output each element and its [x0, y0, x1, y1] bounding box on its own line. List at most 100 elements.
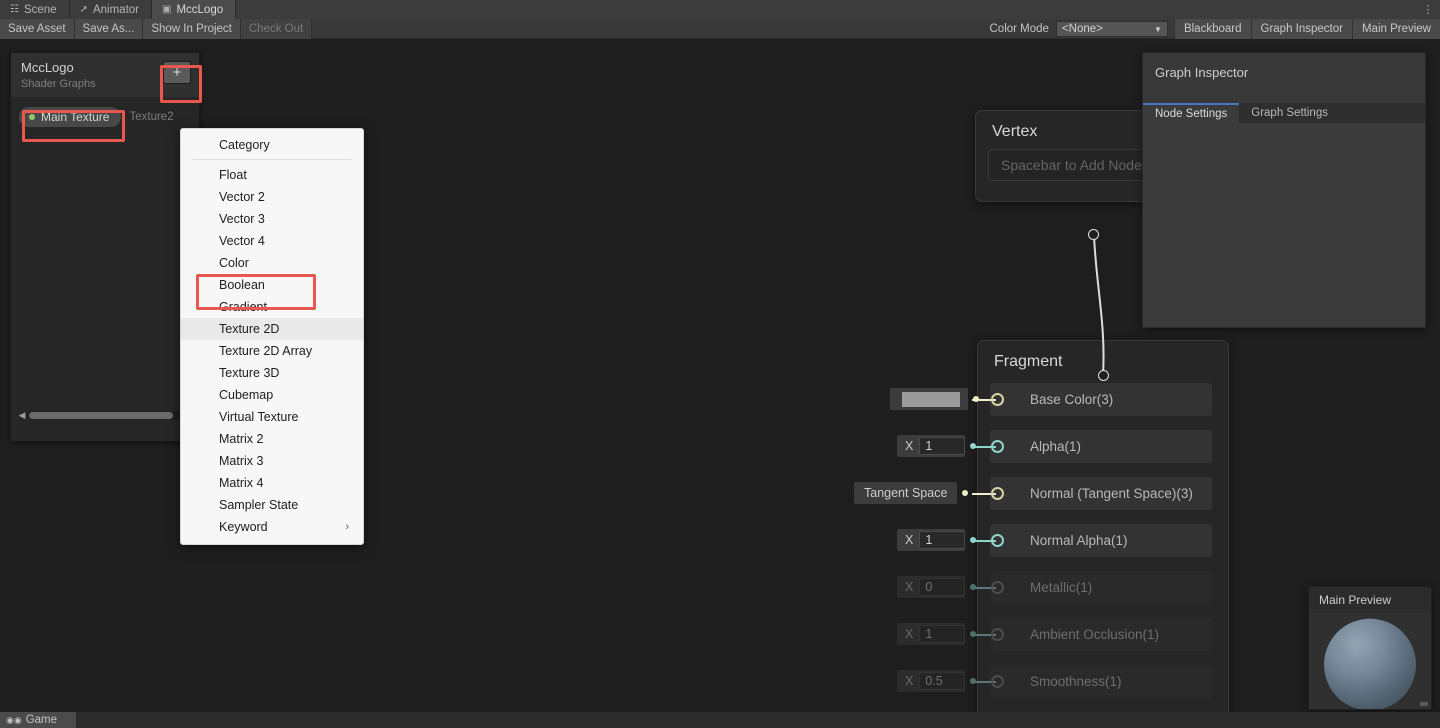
fragment-block-alpha[interactable]: Alpha(1) X 1 — [978, 426, 1228, 473]
scroll-left-arrow-icon[interactable]: ◀ — [17, 410, 27, 421]
menu-item-matrix-4[interactable]: Matrix 4 — [181, 472, 363, 494]
menu-item-keyword-label: Keyword — [219, 520, 268, 534]
block-port-alpha[interactable] — [991, 440, 1004, 453]
normal-alpha-value-input[interactable]: 1 — [919, 531, 965, 549]
scrollbar-thumb[interactable] — [29, 412, 173, 419]
block-slot-smoothness[interactable]: Smoothness(1) — [990, 665, 1212, 698]
block-port-metallic[interactable] — [991, 581, 1004, 594]
color-mode-dropdown[interactable]: <None> ▼ — [1056, 21, 1168, 37]
color-swatch-wrapper[interactable] — [890, 388, 968, 410]
add-property-context-menu[interactable]: Category Float Vector 2 Vector 3 Vector … — [180, 128, 364, 545]
menu-item-matrix-3[interactable]: Matrix 3 — [181, 450, 363, 472]
menu-item-gradient[interactable]: Gradient — [181, 296, 363, 318]
menu-item-vector-4[interactable]: Vector 4 — [181, 230, 363, 252]
tab-overflow-menu-icon[interactable]: ⋮ — [1420, 0, 1436, 19]
default-value-base-color[interactable] — [890, 388, 984, 410]
block-port-ambient-occlusion[interactable] — [991, 628, 1004, 641]
graph-inspector-toggle-button[interactable]: Graph Inspector — [1251, 19, 1352, 39]
save-asset-button[interactable]: Save Asset — [0, 19, 75, 39]
fragment-node[interactable]: Fragment Base Color(3) — [977, 340, 1229, 712]
normal-alpha-field[interactable]: X 1 — [897, 529, 965, 551]
menu-item-texture-2d-array[interactable]: Texture 2D Array — [181, 340, 363, 362]
blackboard-horizontal-scrollbar[interactable]: ◀ — [17, 409, 193, 421]
block-slot-alpha[interactable]: Alpha(1) — [990, 430, 1212, 463]
preview-resize-handle[interactable] — [1420, 702, 1428, 706]
menu-item-sampler-state[interactable]: Sampler State — [181, 494, 363, 516]
fragment-block-smoothness[interactable]: Smoothness(1) X 0.5 — [978, 661, 1228, 708]
blackboard-property-row[interactable]: Main Texture Texture2 — [19, 107, 191, 127]
menu-item-keyword[interactable]: Keyword › — [181, 516, 363, 538]
ambient-occlusion-value-input[interactable]: 1 — [919, 625, 965, 643]
tab-scene-label: Scene — [24, 4, 57, 16]
ambient-occlusion-field[interactable]: X 1 — [897, 623, 965, 645]
menu-item-color[interactable]: Color — [181, 252, 363, 274]
menu-item-boolean[interactable]: Boolean — [181, 274, 363, 296]
graph-canvas[interactable]: MccLogo Shader Graphs + Main Texture Tex… — [0, 40, 1440, 712]
normal-space-value[interactable]: Tangent Space — [854, 482, 957, 504]
property-status-dot-icon — [29, 114, 35, 120]
fragment-block-normal-alpha[interactable]: Normal Alpha(1) X 1 — [978, 520, 1228, 567]
default-value-ambient-occlusion[interactable]: X 1 — [897, 623, 981, 645]
block-slot-metallic[interactable]: Metallic(1) — [990, 571, 1212, 604]
menu-item-cubemap[interactable]: Cubemap — [181, 384, 363, 406]
show-in-project-button[interactable]: Show In Project — [143, 19, 241, 39]
menu-item-texture-3d[interactable]: Texture 3D — [181, 362, 363, 384]
tab-node-settings[interactable]: Node Settings — [1143, 103, 1239, 123]
fragment-block-base-color[interactable]: Base Color(3) — [978, 379, 1228, 426]
blackboard-panel[interactable]: MccLogo Shader Graphs + Main Texture Tex… — [10, 52, 200, 442]
block-label-base-color: Base Color(3) — [1030, 392, 1113, 407]
fragment-block-normal-tangent-space[interactable]: Normal (Tangent Space)(3) Tangent Space — [978, 473, 1228, 520]
block-label-normal-tangent-space: Normal (Tangent Space)(3) — [1030, 486, 1193, 501]
property-main-texture[interactable]: Main Texture — [19, 107, 121, 127]
smoothness-value-input[interactable]: 0.5 — [919, 672, 965, 690]
block-port-normal-alpha[interactable] — [991, 534, 1004, 547]
menu-item-float[interactable]: Float — [181, 164, 363, 186]
main-preview-stage[interactable] — [1309, 613, 1431, 709]
fragment-block-ambient-occlusion[interactable]: Ambient Occlusion(1) X 1 — [978, 614, 1228, 661]
default-value-normal-tangent-space[interactable]: Tangent Space — [854, 482, 973, 504]
default-value-metallic[interactable]: X 0 — [897, 576, 981, 598]
fragment-node-input-port[interactable] — [1098, 370, 1109, 381]
color-swatch[interactable] — [902, 392, 960, 407]
save-as-button[interactable]: Save As... — [75, 19, 144, 39]
context-menu-header[interactable]: Category — [181, 133, 363, 158]
block-slot-ambient-occlusion[interactable]: Ambient Occlusion(1) — [990, 618, 1212, 651]
block-port-normal-tangent-space[interactable] — [991, 487, 1004, 500]
menu-item-virtual-texture[interactable]: Virtual Texture — [181, 406, 363, 428]
smoothness-field[interactable]: X 0.5 — [897, 670, 965, 692]
block-slot-normal-tangent-space[interactable]: Normal (Tangent Space)(3) — [990, 477, 1212, 510]
metallic-field[interactable]: X 0 — [897, 576, 965, 598]
menu-item-texture-2d-array-label: Texture 2D Array — [219, 344, 312, 358]
normal-connector — [957, 482, 973, 504]
fragment-block-metallic[interactable]: Metallic(1) X 0 — [978, 567, 1228, 614]
main-preview-toggle-button[interactable]: Main Preview — [1352, 19, 1440, 39]
menu-item-texture-2d[interactable]: Texture 2D — [181, 318, 363, 340]
default-value-normal-alpha[interactable]: X 1 — [897, 529, 981, 551]
chevron-down-icon: ▼ — [1154, 25, 1162, 34]
block-slot-normal-alpha[interactable]: Normal Alpha(1) — [990, 524, 1212, 557]
alpha-value-input[interactable]: 1 — [919, 437, 965, 455]
menu-item-vector-2[interactable]: Vector 2 — [181, 186, 363, 208]
blackboard-toggle-button[interactable]: Blackboard — [1174, 19, 1251, 39]
alpha-connector — [965, 435, 981, 457]
main-preview-panel[interactable]: Main Preview — [1308, 586, 1432, 710]
menu-item-matrix-2[interactable]: Matrix 2 — [181, 428, 363, 450]
tab-game[interactable]: ◉◉ Game — [0, 712, 76, 728]
tab-mcclogo[interactable]: ▣ MccLogo — [152, 0, 236, 19]
default-value-smoothness[interactable]: X 0.5 — [897, 670, 981, 692]
metallic-value-input[interactable]: 0 — [919, 578, 965, 596]
tab-animator[interactable]: ➚ Animator — [70, 0, 152, 19]
graph-inspector-panel[interactable]: Graph Inspector Node Settings Graph Sett… — [1142, 52, 1426, 328]
menu-item-color-label: Color — [219, 256, 249, 270]
block-port-smoothness[interactable] — [991, 675, 1004, 688]
tab-scene[interactable]: ☷ Scene — [0, 0, 70, 19]
alpha-field[interactable]: X 1 — [897, 435, 965, 457]
add-property-button[interactable]: + — [163, 61, 191, 84]
menu-item-vector-3[interactable]: Vector 3 — [181, 208, 363, 230]
scrollbar-track[interactable] — [27, 411, 193, 420]
vertex-node-output-port[interactable] — [1088, 229, 1099, 240]
block-port-base-color[interactable] — [991, 393, 1004, 406]
default-value-alpha[interactable]: X 1 — [897, 435, 981, 457]
tab-graph-settings[interactable]: Graph Settings — [1239, 103, 1340, 123]
block-slot-base-color[interactable]: Base Color(3) — [990, 383, 1212, 416]
